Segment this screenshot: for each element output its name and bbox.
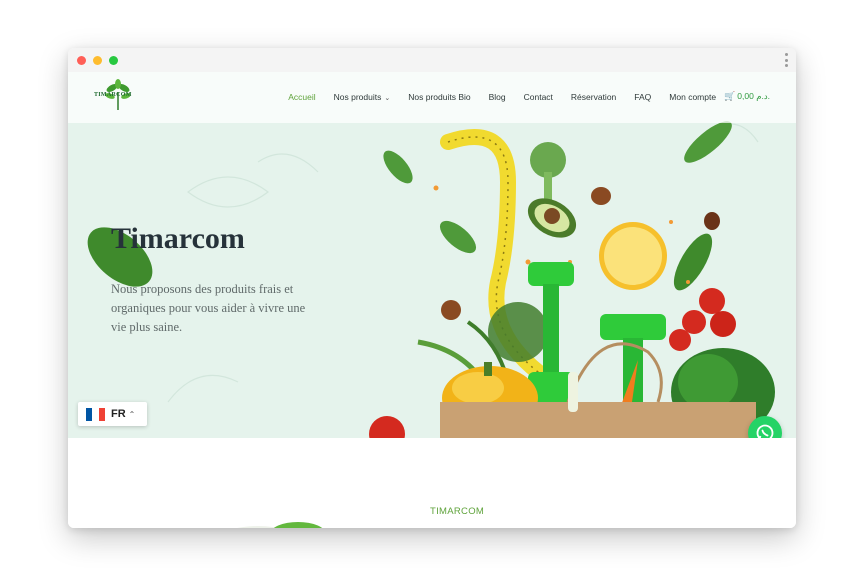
leaf-mid-1 [439, 220, 477, 254]
hero-title: Timarcom [111, 222, 245, 255]
green-dumbbell-1 [528, 262, 574, 286]
browser-menu-icon[interactable] [785, 53, 788, 67]
tomato-small [369, 416, 405, 438]
nav-item-blog[interactable]: Blog [489, 92, 506, 102]
hazelnut-1 [591, 187, 611, 205]
leaf-top-2 [684, 121, 732, 163]
language-code: FR [111, 408, 126, 420]
green-dumbbell-2 [600, 314, 666, 340]
nav-item-mon-compte[interactable]: Mon compte [669, 92, 716, 102]
section-produce-image [237, 522, 323, 528]
nav-item-contact[interactable]: Contact [524, 92, 553, 102]
chevron-up-icon: ⌃ [128, 409, 136, 419]
section-label: TIMARCOM [430, 506, 485, 517]
maximize-window-button[interactable] [109, 56, 118, 65]
nav-item-accueil[interactable]: Accueil [288, 92, 315, 102]
cart-total: 0,00 د.م. [737, 91, 770, 101]
nav-item-faq[interactable]: FAQ [634, 92, 651, 102]
hazelnut-3 [441, 300, 461, 320]
nav-item-nos-produits[interactable]: Nos produits ⌄ [334, 92, 391, 102]
cart-icon: 🛒 [724, 91, 736, 101]
main-navigation: Accueil Nos produits ⌄ Nos produits Bio B… [270, 91, 770, 102]
tomato-1 [699, 288, 725, 314]
nav-item-nos-produits-bio[interactable]: Nos produits Bio [408, 92, 470, 102]
leaf-top-1 [383, 150, 413, 184]
whatsapp-icon [756, 424, 774, 438]
france-flag-icon [86, 407, 105, 421]
hazelnut-2 [704, 212, 720, 230]
language-switcher[interactable]: FR ⌃ [78, 402, 147, 426]
chevron-down-icon: ⌄ [384, 94, 391, 102]
browser-titlebar [68, 48, 796, 73]
minimize-window-button[interactable] [93, 56, 102, 65]
about-section: TIMARCOM [68, 438, 796, 528]
close-window-button[interactable] [77, 56, 86, 65]
spinach-leaf-bottom [109, 436, 164, 438]
logo-text: TIMARCOM [94, 92, 132, 98]
paper-bag [440, 402, 756, 438]
hero-subtitle: Nous proposons des produits frais et org… [111, 282, 306, 334]
browser-window: TIMARCOM Accueil Nos produits ⌄ Nos produ… [68, 48, 796, 528]
nav-item-reservation[interactable]: Réservation [571, 92, 616, 102]
leaf-right [673, 233, 713, 291]
cart-button[interactable]: 🛒 0,00 د.م. [724, 91, 770, 102]
section-heading-cutoff [430, 522, 490, 528]
site-header: TIMARCOM Accueil Nos produits ⌄ Nos produ… [68, 72, 796, 123]
nav-item-nos-produits-label: Nos produits [333, 91, 382, 102]
hero-section: TIMARCOM Accueil Nos produits ⌄ Nos produ… [68, 72, 796, 438]
